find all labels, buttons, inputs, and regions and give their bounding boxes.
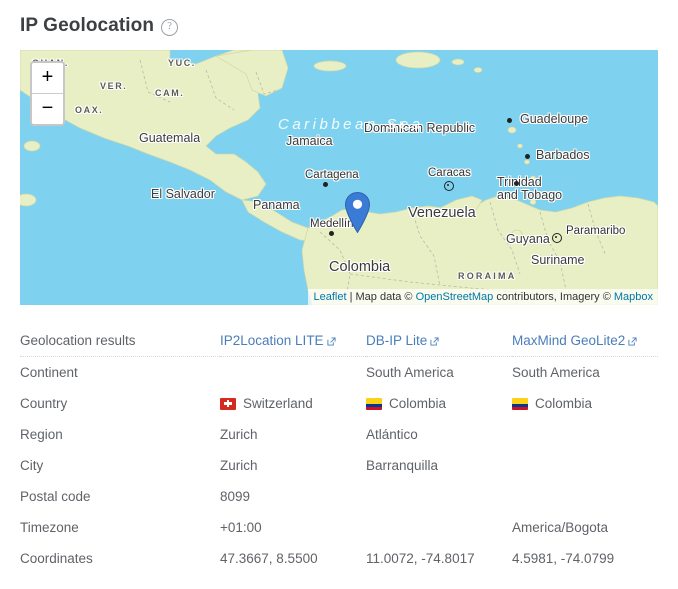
leaflet-link[interactable]: Leaflet bbox=[314, 291, 347, 303]
row-value: South America bbox=[366, 365, 454, 380]
table-header-row: Geolocation results IP2Location LITE DB-… bbox=[20, 325, 658, 357]
row-value bbox=[512, 481, 658, 512]
provider-link-maxmind[interactable]: MaxMind GeoLite2 bbox=[512, 333, 637, 348]
results-header-label: Geolocation results bbox=[20, 325, 220, 357]
openstreetmap-link[interactable]: OpenStreetMap bbox=[416, 291, 494, 303]
table-body: Continent South America South America Count… bbox=[20, 357, 658, 575]
row-value: Atlántico bbox=[366, 427, 418, 442]
provider-name: MaxMind GeoLite2 bbox=[512, 332, 626, 348]
row-label: Coordinates bbox=[20, 551, 93, 566]
row-value: 47.3667, 8.5500 bbox=[220, 551, 318, 566]
row-label: Continent bbox=[20, 365, 78, 380]
results-header-text: Geolocation results bbox=[20, 333, 136, 348]
row-label: Timezone bbox=[20, 520, 79, 535]
row-value: Colombia bbox=[366, 388, 512, 419]
map-basemap bbox=[20, 50, 658, 305]
row-value: 4.5981, -74.0799 bbox=[512, 551, 615, 566]
table-row: City Zurich Barranquilla bbox=[20, 450, 658, 481]
mapbox-link[interactable]: Mapbox bbox=[614, 291, 653, 303]
zoom-out-button[interactable]: − bbox=[32, 94, 63, 124]
table-row: Coordinates 47.3667, 8.5500 11.0072, -74.8… bbox=[20, 543, 658, 574]
table-row: Country Switzerland Colombia Colombia bbox=[20, 388, 658, 419]
provider-name: DB-IP Lite bbox=[366, 332, 428, 348]
map-city-dot bbox=[323, 182, 328, 187]
zoom-in-button[interactable]: + bbox=[32, 63, 63, 94]
question-mark-circle-icon[interactable]: ? bbox=[161, 18, 179, 36]
flag-ch-icon bbox=[220, 397, 236, 410]
map-city-dot bbox=[329, 231, 334, 236]
provider-header-maxmind: MaxMind GeoLite2 bbox=[512, 325, 658, 357]
row-value: 11.0072, -74.8017 bbox=[366, 551, 475, 566]
country-name: Switzerland bbox=[243, 396, 313, 411]
row-label: City bbox=[20, 458, 44, 473]
provider-header-dbip: DB-IP Lite bbox=[366, 325, 512, 357]
ip-geolocation-card: IP Geolocation ? YUC. VER. CAM. OAX. ROR… bbox=[0, 0, 678, 589]
map-capital-dot bbox=[444, 181, 454, 191]
table-row: Region Zurich Atlántico bbox=[20, 419, 658, 450]
row-value: Colombia bbox=[512, 388, 658, 419]
row-value: Zurich bbox=[220, 427, 258, 442]
row-value: 8099 bbox=[220, 489, 251, 504]
country-cell: Colombia bbox=[512, 396, 658, 411]
provider-link-dbip[interactable]: DB-IP Lite bbox=[366, 333, 439, 348]
attribution-mapdata-prefix: Map data © bbox=[355, 291, 416, 303]
row-value: America/Bogota bbox=[512, 520, 609, 535]
attribution-separator: | bbox=[346, 291, 356, 303]
row-value bbox=[220, 357, 366, 389]
leaflet-map[interactable]: GUAN. YUC. VER. CAM. OAX. RORAIMA Guatem… bbox=[20, 50, 658, 305]
map-capital-dot bbox=[552, 233, 562, 243]
map-pin-glyph bbox=[344, 191, 371, 234]
row-value bbox=[512, 450, 658, 481]
map-attribution: Leaflet | Map data © OpenStreetMap contr… bbox=[307, 289, 658, 305]
row-value: +01:00 bbox=[220, 520, 262, 535]
map-pin-icon[interactable] bbox=[344, 191, 371, 234]
map-zoom-controls[interactable]: + − bbox=[30, 61, 65, 126]
geolocation-results-table: Geolocation results IP2Location LITE DB-… bbox=[20, 325, 658, 574]
country-cell: Colombia bbox=[366, 396, 512, 411]
row-value: Zurich bbox=[220, 458, 258, 473]
flag-co-icon bbox=[366, 397, 382, 410]
table-row: Postal code 8099 bbox=[20, 481, 658, 512]
map-island-dot bbox=[507, 118, 512, 123]
row-value: Switzerland bbox=[220, 388, 366, 419]
row-label: Postal code bbox=[20, 489, 91, 504]
table-row: Continent South America South America bbox=[20, 357, 658, 389]
country-cell: Switzerland bbox=[220, 396, 366, 411]
provider-link-ip2location[interactable]: IP2Location LITE bbox=[220, 333, 336, 348]
card-header: IP Geolocation ? bbox=[20, 14, 179, 38]
flag-co-icon bbox=[512, 397, 528, 410]
map-island-dot bbox=[525, 154, 530, 159]
external-link-icon bbox=[628, 334, 637, 349]
country-name: Colombia bbox=[535, 396, 593, 411]
row-value bbox=[512, 419, 658, 450]
page-title: IP Geolocation bbox=[20, 15, 155, 36]
country-name: Colombia bbox=[389, 396, 447, 411]
map-island-dot bbox=[514, 181, 519, 186]
external-link-icon bbox=[430, 334, 439, 349]
row-label: Region bbox=[20, 427, 63, 442]
row-value bbox=[366, 481, 512, 512]
table-head: Geolocation results IP2Location LITE DB-… bbox=[20, 325, 658, 357]
external-link-icon bbox=[327, 334, 336, 349]
table-row: Timezone +01:00 America/Bogota bbox=[20, 512, 658, 543]
row-value bbox=[366, 512, 512, 543]
row-value: Barranquilla bbox=[366, 458, 439, 473]
provider-name: IP2Location LITE bbox=[220, 332, 324, 348]
row-value: South America bbox=[512, 365, 600, 380]
attribution-contributors: contributors, Imagery © bbox=[493, 291, 614, 303]
provider-header-ip2location: IP2Location LITE bbox=[220, 325, 366, 357]
row-label: Country bbox=[20, 396, 68, 411]
